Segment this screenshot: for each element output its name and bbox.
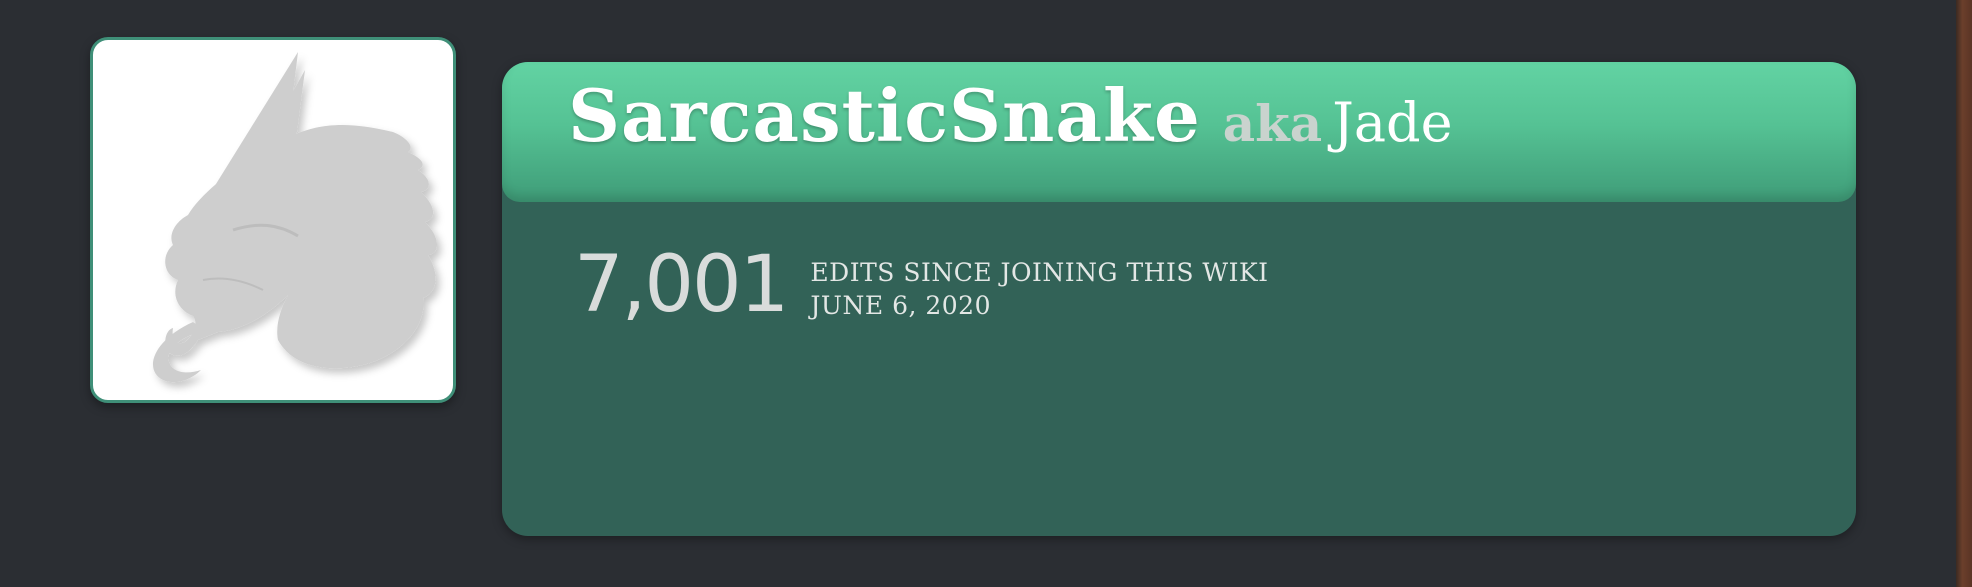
user-profile-page: SarcasticSnake aka Jade 7,001 EDITS SINCE … — [0, 0, 1972, 587]
aka-label: aka — [1222, 94, 1323, 153]
dragon-head-icon — [153, 52, 438, 383]
edits-label: EDITS SINCE JOINING THIS WIKI — [810, 258, 1269, 287]
page-edge-border — [1956, 0, 1972, 587]
username: SarcasticSnake — [568, 73, 1201, 158]
profile-header: SarcasticSnake aka Jade — [502, 62, 1856, 202]
join-date: JUNE 6, 2020 — [810, 291, 991, 320]
edit-stats-details: EDITS SINCE JOINING THIS WIKI JUNE 6, 20… — [810, 256, 1268, 322]
avatar[interactable] — [90, 37, 456, 403]
edit-stats: 7,001 EDITS SINCE JOINING THIS WIKI JUNE… — [574, 246, 1269, 324]
real-name: Jade — [1332, 91, 1453, 154]
profile-card: SarcasticSnake aka Jade 7,001 EDITS SINCE … — [502, 62, 1856, 536]
edit-count: 7,001 — [574, 240, 789, 330]
name-row: SarcasticSnake aka Jade — [568, 80, 1453, 152]
